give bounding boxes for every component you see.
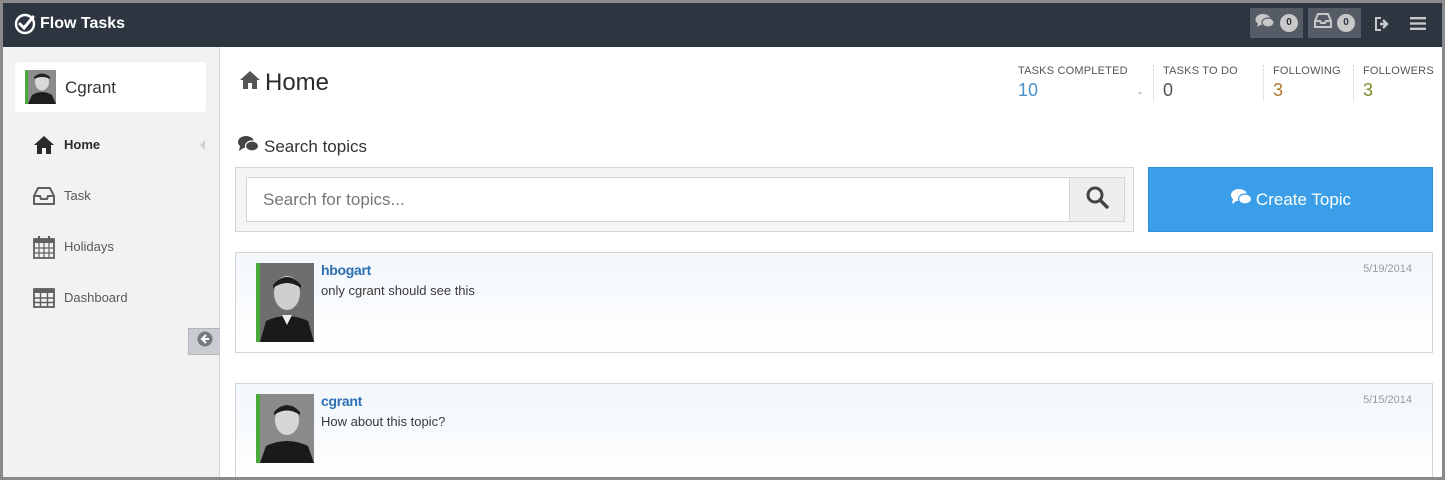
search-form — [235, 167, 1134, 232]
sidebar: Cgrant Home Task Holidays Dashboard — [3, 47, 220, 477]
topic-text: only cgrant should see this — [321, 283, 475, 298]
search-input[interactable] — [246, 177, 1070, 222]
sidebar-item-holidays[interactable]: Holidays — [3, 221, 219, 272]
topic-item[interactable]: cgrant How about this topic? 5/15/2014 — [235, 383, 1433, 480]
calendar-icon — [32, 235, 56, 259]
logout-icon[interactable] — [1374, 16, 1390, 37]
page-title: Home — [239, 69, 329, 97]
brand-title: Flow Tasks — [40, 15, 126, 32]
sidebar-item-task[interactable]: Task — [3, 170, 219, 221]
stat-divider — [1263, 65, 1264, 101]
stat-followers[interactable]: FOLLOWERS 3 — [1363, 65, 1434, 101]
table-icon — [32, 286, 56, 310]
messages-button[interactable]: 0 — [1250, 8, 1303, 38]
stat-divider — [1153, 65, 1154, 101]
check-circle-icon — [14, 13, 36, 35]
stat-tasks-completed: TASKS COMPLETED 10 — [1018, 65, 1128, 101]
stat-label: FOLLOWING — [1273, 65, 1341, 77]
user-card[interactable]: Cgrant — [15, 62, 206, 112]
home-icon — [32, 133, 56, 157]
topic-date: 5/19/2014 — [1363, 263, 1412, 275]
stat-label: TASKS TO DO — [1163, 65, 1238, 77]
stat-value: 3 — [1273, 80, 1284, 100]
avatar — [25, 70, 56, 104]
topic-text: How about this topic? — [321, 414, 446, 429]
sidebar-item-label: Home — [64, 137, 101, 152]
stat-divider — [1353, 65, 1354, 101]
inbox-icon — [32, 184, 56, 208]
search-icon — [1085, 185, 1109, 214]
stat-following[interactable]: FOLLOWING 3 — [1273, 65, 1341, 101]
top-navbar: Flow Tasks 0 0 — [3, 3, 1442, 47]
home-icon — [239, 69, 261, 97]
active-caret-icon — [200, 140, 205, 150]
page-title-text: Home — [265, 69, 330, 96]
stat-value: 3 — [1363, 80, 1374, 100]
create-topic-label: Create Topic — [1255, 189, 1352, 209]
topic-author-link[interactable]: cgrant — [321, 393, 362, 409]
search-heading: Search topics — [237, 135, 367, 158]
brand-link[interactable]: Flow Tasks — [14, 11, 125, 37]
stat-label: TASKS COMPLETED — [1018, 65, 1128, 77]
sidebar-item-home[interactable]: Home — [3, 119, 219, 170]
stat-label: FOLLOWERS — [1363, 65, 1434, 77]
topic-author-link[interactable]: hbogart — [321, 262, 371, 278]
comments-icon — [237, 135, 260, 158]
avatar — [256, 263, 314, 342]
messages-count-badge: 0 — [1280, 14, 1298, 32]
sidebar-item-dashboard[interactable]: Dashboard — [3, 272, 219, 323]
sidebar-item-label: Dashboard — [64, 290, 128, 305]
comments-icon — [1255, 13, 1275, 34]
search-heading-text: Search topics — [264, 136, 367, 156]
create-topic-button[interactable]: Create Topic — [1148, 167, 1433, 232]
inbox-button[interactable]: 0 — [1308, 8, 1361, 38]
user-name: Cgrant — [65, 78, 117, 97]
arrow-circle-left-icon — [197, 331, 213, 352]
stat-tasks-to-do: TASKS TO DO 0 — [1163, 65, 1238, 101]
inbox-icon — [1314, 13, 1332, 33]
menu-icon[interactable] — [1410, 16, 1426, 36]
sidebar-item-label: Holidays — [64, 239, 114, 254]
search-button[interactable] — [1069, 177, 1125, 222]
comments-icon — [1230, 188, 1253, 211]
stat-value: 0 — [1163, 80, 1174, 100]
stat-value: 10 — [1018, 80, 1039, 100]
main-content: Home TASKS COMPLETED 10 - TASKS TO DO 0 … — [221, 47, 1442, 480]
sidebar-collapse-button[interactable] — [188, 328, 220, 355]
avatar — [256, 394, 314, 463]
sidebar-item-label: Task — [64, 188, 91, 203]
topic-date: 5/15/2014 — [1363, 394, 1412, 406]
inbox-count-badge: 0 — [1337, 14, 1355, 32]
stats-dash: - — [1138, 85, 1142, 99]
topic-item[interactable]: hbogart only cgrant should see this 5/19… — [235, 252, 1433, 353]
sidebar-menu: Home Task Holidays Dashboard — [3, 119, 219, 323]
